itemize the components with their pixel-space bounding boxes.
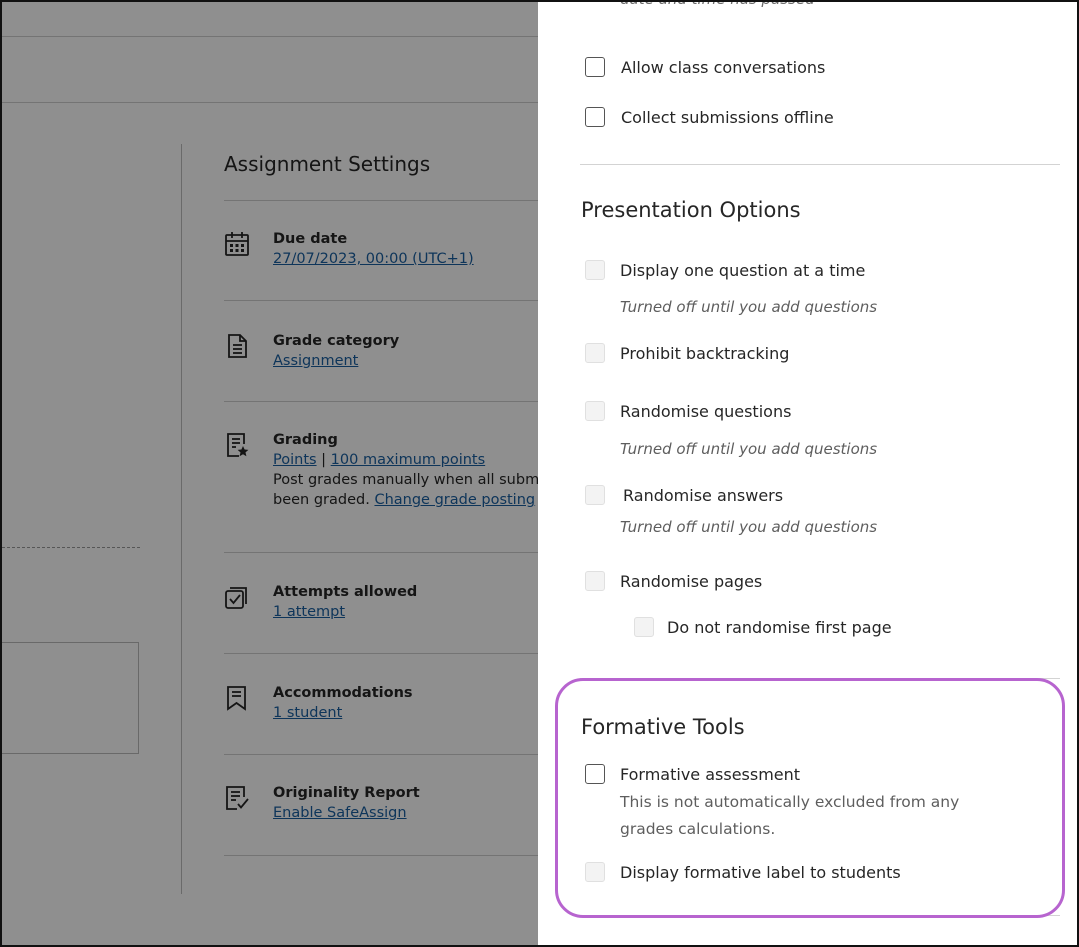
- option-prohibit-backtracking: Prohibit backtracking: [585, 343, 789, 363]
- option-note: Turned off until you add questions: [620, 440, 878, 458]
- option-randomise-questions: Randomise questions: [585, 401, 791, 421]
- option-label: Randomise answers: [623, 485, 784, 505]
- section-divider: [580, 164, 1060, 165]
- option-label: Do not randomise first page: [667, 617, 892, 637]
- option-label: Display one question at a time: [620, 260, 866, 280]
- option-randomise-answers: Randomise answers: [585, 485, 783, 505]
- checkbox-disabled: [585, 343, 605, 363]
- option-allow-class-conversations[interactable]: Allow class conversations: [585, 57, 825, 77]
- checkbox[interactable]: [585, 107, 605, 127]
- option-collect-submissions-offline[interactable]: Collect submissions offline: [585, 107, 834, 127]
- checkbox-disabled: [585, 260, 605, 280]
- option-label: Allow class conversations: [621, 57, 826, 77]
- option-label: Collect submissions offline: [621, 107, 834, 127]
- option-label: Prohibit backtracking: [620, 343, 790, 363]
- checkbox-disabled: [634, 617, 654, 637]
- option-label: Randomise pages: [620, 571, 763, 591]
- presentation-options-heading: Presentation Options: [581, 198, 801, 222]
- option-display-one-question: Display one question at a time: [585, 260, 865, 280]
- option-label: Randomise questions: [620, 401, 792, 421]
- modal-overlay[interactable]: [2, 2, 538, 945]
- formative-tools-highlight: [555, 678, 1065, 918]
- option-randomise-pages: Randomise pages: [585, 571, 762, 591]
- option-note: Turned off until you add questions: [620, 518, 878, 536]
- checkbox-disabled: [585, 485, 605, 505]
- checkbox-disabled: [585, 571, 605, 591]
- option-do-not-randomise-first-page: Do not randomise first page: [634, 617, 892, 637]
- screen: Assignment Settings Due date 27/07/2023,…: [0, 0, 1079, 947]
- cut-off-text: date and time has passed: [620, 2, 815, 8]
- checkbox-disabled: [585, 401, 605, 421]
- option-note: Turned off until you add questions: [620, 298, 878, 316]
- checkbox[interactable]: [585, 57, 605, 77]
